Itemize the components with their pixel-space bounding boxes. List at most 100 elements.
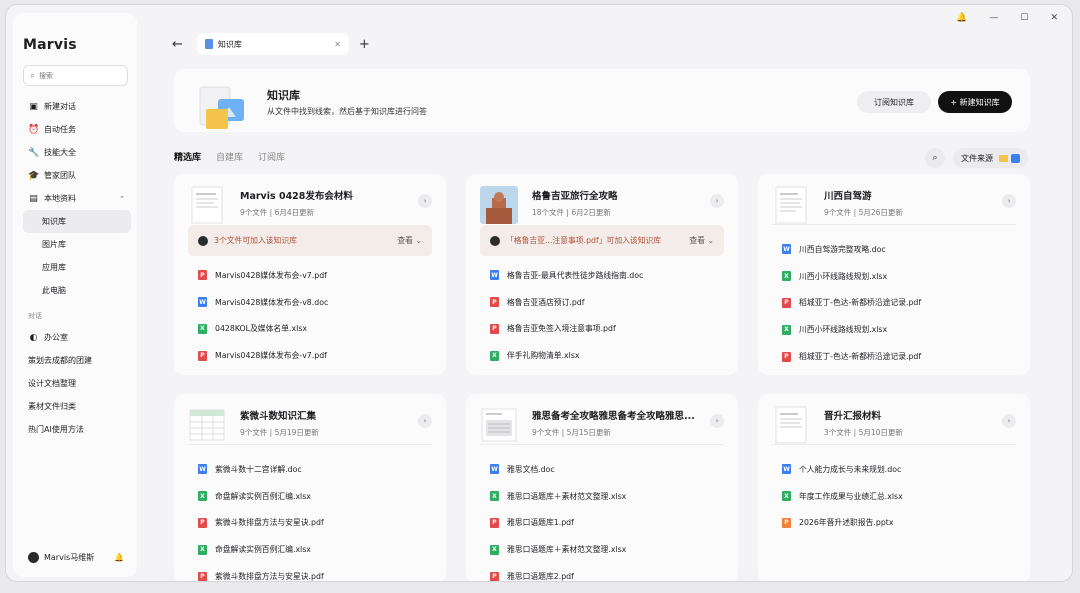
- sidebar-item-knowledge[interactable]: 知识库: [23, 210, 131, 233]
- close-window-icon[interactable]: ✕: [1050, 13, 1058, 23]
- knowledge-card[interactable]: 雅思备考全攻略雅思备考全攻略雅思... 9个文件 | 5月15日更新 › W 雅思…: [466, 394, 738, 581]
- chevron-up-icon: ⌃: [119, 194, 125, 203]
- file-item[interactable]: P 格鲁吉亚免签入境注意事项.pdf: [490, 316, 643, 343]
- back-arrow-icon[interactable]: ←: [172, 37, 183, 52]
- subscribe-button[interactable]: 订阅知识库: [857, 91, 931, 113]
- chat-item[interactable]: 素材文件归类: [23, 395, 131, 418]
- wrench-icon: 🔧: [28, 147, 40, 158]
- notice-banner[interactable]: 3个文件可加入该知识库 查看 ⌄: [188, 225, 432, 256]
- knowledge-card[interactable]: 紫微斗数知识汇集 9个文件 | 5月19日更新 › W 紫微斗数十二宫详解.doc…: [174, 394, 446, 581]
- file-item[interactable]: X 命盘解读实例百例汇编.xlsx: [198, 536, 324, 563]
- chevron-right-icon[interactable]: ›: [710, 194, 724, 208]
- chat-item[interactable]: 设计文档整理: [23, 372, 131, 395]
- tab-featured[interactable]: 精选库: [174, 150, 201, 163]
- file-list: W 格鲁吉亚-最具代表性徒步路线指南.doc P 格鲁吉亚酒店预订.pdf P 格鲁吉…: [490, 262, 643, 369]
- word-icon: W: [198, 297, 207, 308]
- file-item[interactable]: X 伴手礼购物清单.xlsx: [490, 342, 643, 369]
- tab-subscribed[interactable]: 订阅库: [258, 150, 285, 163]
- file-item[interactable]: X 川西小环线路线规划.xlsx: [782, 263, 921, 290]
- chat-item[interactable]: ◐ 办公室: [23, 326, 131, 349]
- knowledge-header: 知识库 从文件中找到线索，然后基于知识库进行问答 订阅知识库 + 新建知识库: [174, 69, 1030, 132]
- file-item[interactable]: P 雅思口语题库2.pdf: [490, 563, 626, 581]
- chevron-right-icon[interactable]: ›: [1002, 414, 1016, 428]
- file-item[interactable]: P 稻城亚丁-色达-新都桥沿途记录.pdf: [782, 290, 921, 317]
- file-item[interactable]: P Marvis0428媒体发布会-v7.pdf: [198, 342, 328, 369]
- chat-item[interactable]: 策划去成都的团建: [23, 349, 131, 372]
- chevron-right-icon[interactable]: ›: [418, 414, 432, 428]
- search-input[interactable]: [39, 71, 120, 80]
- file-item[interactable]: X 年度工作成果与业绩汇总.xlsx: [782, 483, 903, 510]
- knowledge-card[interactable]: 格鲁吉亚旅行全攻略 18个文件 | 6月2日更新 › 「格鲁吉亚...注意事项.…: [466, 174, 738, 375]
- document-thumbnail-icon: [191, 186, 223, 224]
- file-item[interactable]: P 格鲁吉亚酒店预订.pdf: [490, 289, 643, 316]
- graduation-cap-icon: 🎓: [28, 170, 40, 181]
- file-list: P Marvis0428媒体发布会-v7.pdf W Marvis0428媒体发布会…: [198, 262, 328, 369]
- file-item[interactable]: X 雅思口语题库＋素材范文整理.xlsx: [490, 483, 626, 510]
- chevron-right-icon[interactable]: ›: [710, 414, 724, 428]
- sidebar-item-apps[interactable]: 应用库: [23, 256, 131, 279]
- sidebar-item-new-chat[interactable]: ▣ 新建对话: [23, 95, 131, 118]
- photo-thumbnail-icon: [480, 186, 518, 224]
- sidebar-item-this-pc[interactable]: 此电脑: [23, 279, 131, 302]
- file-item[interactable]: W 个人能力成长与未来规划.doc: [782, 456, 903, 483]
- knowledge-card[interactable]: Marvis 0428发布会材料 9个文件 | 6月4日更新 › 3个文件可加入…: [174, 174, 446, 375]
- knowledge-card[interactable]: 川西自驾游 9个文件 | 5月26日更新 › W 川西自驾游完整攻略.doc X川…: [758, 174, 1030, 375]
- chevron-right-icon[interactable]: ›: [418, 194, 432, 208]
- sidebar-item-team[interactable]: 🎓 管家团队: [23, 164, 131, 187]
- file-item[interactable]: X 雅思口语题库＋素材范文整理.xlsx: [490, 536, 626, 563]
- search-box[interactable]: ⌕: [23, 65, 128, 86]
- file-item[interactable]: P Marvis0428媒体发布会-v7.pdf: [198, 262, 328, 289]
- file-item[interactable]: P 紫微斗数排盘方法与安星诀.pdf: [198, 510, 324, 537]
- file-item[interactable]: P 2026年晋升述职报告.pptx: [782, 510, 903, 537]
- file-item[interactable]: X 川西小环线路线规划.xlsx: [782, 316, 921, 343]
- chat-item[interactable]: 热门AI使用方法: [23, 418, 131, 441]
- excel-icon: X: [198, 491, 207, 502]
- alarm-icon: ⏰: [28, 124, 40, 135]
- chevron-right-icon[interactable]: ›: [1002, 194, 1016, 208]
- close-icon[interactable]: ✕: [334, 40, 341, 49]
- sidebar-item-images[interactable]: 图片库: [23, 233, 131, 256]
- pdf-icon: P: [490, 517, 499, 528]
- file-item[interactable]: P 紫微斗数排盘方法与安星诀.pdf: [198, 563, 324, 581]
- card-title: Marvis 0428发布会材料: [240, 191, 353, 202]
- powerpoint-icon: P: [782, 517, 791, 528]
- excel-icon: X: [782, 271, 791, 282]
- document-icon: ▤: [29, 193, 38, 204]
- sidebar: Marvis ⌕ ▣新建对话 ⏰自动任务 🔧技能大全 🎓管家团队 ▤本地资料⌃ …: [13, 13, 137, 577]
- file-item[interactable]: W 格鲁吉亚-最具代表性徒步路线指南.doc: [490, 262, 643, 289]
- file-item[interactable]: W 川西自驾游完整攻略.doc: [782, 236, 921, 263]
- maximize-icon[interactable]: ☐: [1020, 13, 1028, 23]
- search-icon: ⌕: [30, 70, 36, 81]
- excel-icon: X: [782, 324, 791, 335]
- sidebar-item-skills[interactable]: 🔧 技能大全: [23, 141, 131, 164]
- file-list: W 紫微斗数十二宫详解.doc X 命盘解读实例百例汇编.xlsx P 紫微斗数排盘方…: [198, 456, 324, 581]
- sidebar-item-auto-task[interactable]: ⏰ 自动任务: [23, 118, 131, 141]
- file-item[interactable]: X 命盘解读实例百例汇编.xlsx: [198, 483, 324, 510]
- excel-icon: X: [490, 544, 499, 555]
- file-item[interactable]: P 稻城亚丁-色达-新都桥沿途记录.pdf: [782, 343, 921, 370]
- search-icon[interactable]: ⌕: [925, 148, 945, 168]
- tab-knowledge[interactable]: 知识库 ✕: [196, 33, 349, 55]
- file-item[interactable]: X 0428KOL及媒体名单.xlsx: [198, 316, 328, 343]
- create-knowledge-button[interactable]: + 新建知识库: [938, 91, 1012, 113]
- card-meta: 18个文件 | 6月2日更新: [532, 208, 611, 217]
- card-meta: 9个文件 | 5月19日更新: [240, 428, 319, 437]
- file-item[interactable]: W 紫微斗数十二宫详解.doc: [198, 456, 324, 483]
- avatar: [28, 552, 39, 563]
- bell-icon[interactable]: 🔔: [114, 553, 124, 562]
- sidebar-item-local[interactable]: ▤ 本地资料 ⌃: [23, 187, 131, 210]
- minimize-icon[interactable]: —: [989, 13, 998, 23]
- file-item[interactable]: W 雅思文档.doc: [490, 456, 626, 483]
- file-item[interactable]: W Marvis0428媒体发布会-v8.doc: [198, 289, 328, 316]
- folder-illustration-icon: [199, 86, 244, 129]
- file-list: W 雅思文档.doc X 雅思口语题库＋素材范文整理.xlsx P 雅思口语题库1.p…: [490, 456, 626, 581]
- new-tab-icon[interactable]: +: [359, 37, 370, 52]
- pdf-icon: P: [490, 297, 499, 308]
- notification-icon[interactable]: 🔔: [956, 13, 967, 23]
- tab-self-built[interactable]: 自建库: [216, 150, 243, 163]
- file-item[interactable]: P 雅思口语题库1.pdf: [490, 510, 626, 537]
- user-profile[interactable]: Marvis马维斯 🔔: [28, 552, 124, 563]
- notice-banner[interactable]: 「格鲁吉亚...注意事项.pdf」可加入该知识库 查看 ⌄: [480, 225, 724, 256]
- knowledge-card[interactable]: 晋升汇报材料 3个文件 | 5月10日更新 › W 个人能力成长与未来规划.doc…: [758, 394, 1030, 581]
- file-source-button[interactable]: 文件来源: [953, 148, 1028, 168]
